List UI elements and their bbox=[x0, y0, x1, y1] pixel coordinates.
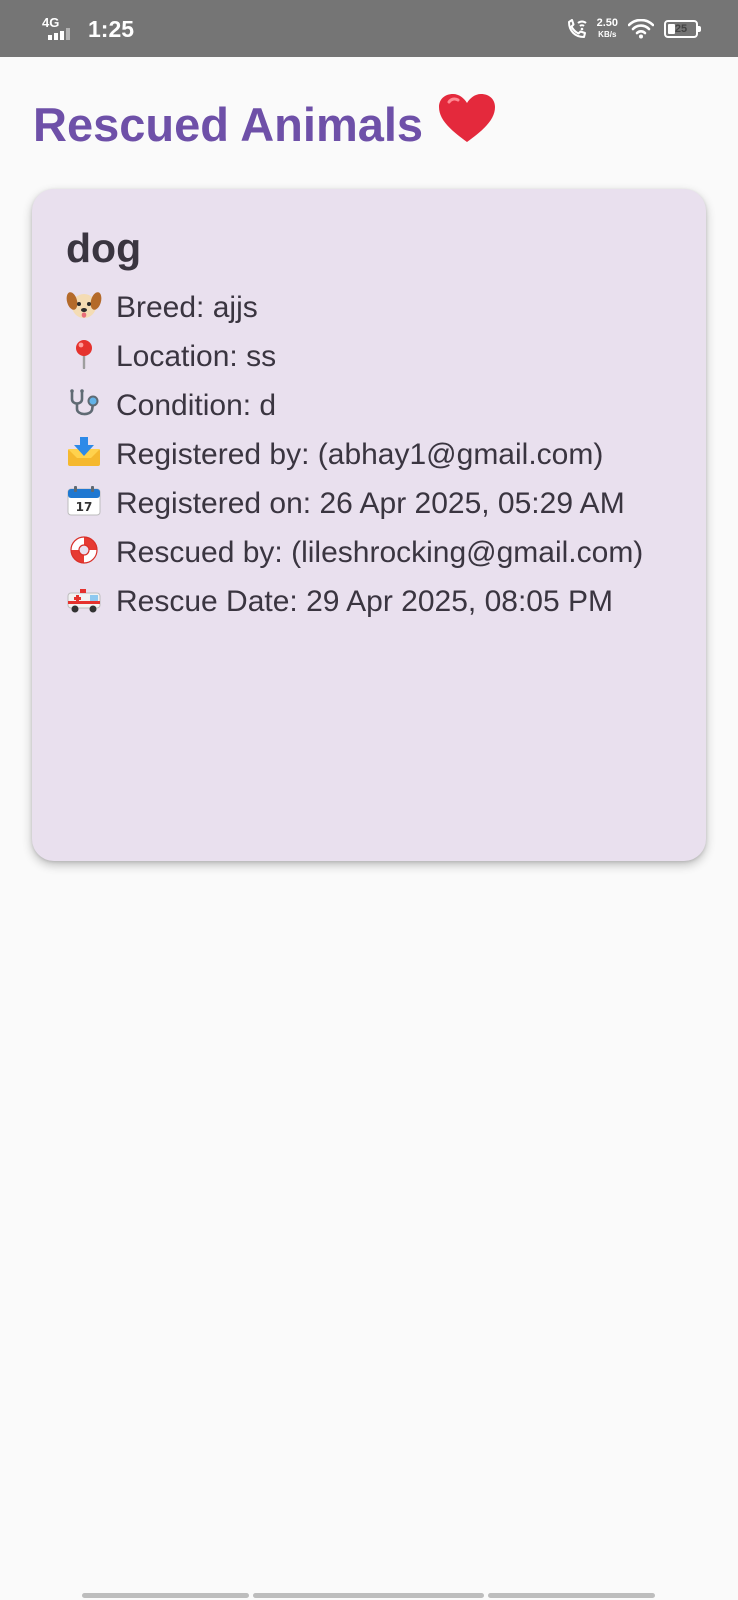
registered-on-row: 17 Registered on: 26 Apr 2025, 05:29 AM bbox=[66, 479, 673, 528]
battery-indicator: 25 bbox=[664, 20, 701, 38]
page-title-text: Rescued Animals bbox=[33, 98, 424, 151]
location-text: Location: ss bbox=[116, 340, 277, 373]
dog-face-icon bbox=[66, 290, 102, 320]
wifi-icon bbox=[628, 19, 654, 39]
rescue-date-row: Rescue Date: 29 Apr 2025, 08:05 PM bbox=[66, 577, 673, 626]
lifebuoy-icon bbox=[66, 535, 102, 565]
battery-percent: 25 bbox=[674, 23, 688, 35]
rescued-by-row: Rescued by: (lileshrocking@gmail.com) bbox=[66, 528, 673, 577]
status-left: 4G 1:25 bbox=[42, 14, 134, 44]
rescued-by-text: Rescued by: (lileshrocking@gmail.com) bbox=[116, 536, 644, 569]
network-speed: 2.50 KB/s bbox=[597, 18, 618, 40]
inbox-tray-icon bbox=[66, 437, 102, 467]
gesture-bar-center[interactable] bbox=[253, 1593, 484, 1598]
condition-text: Condition: d bbox=[116, 389, 277, 422]
registered-by-row: Registered by: (abhay1@gmail.com) bbox=[66, 430, 673, 479]
signal-icon bbox=[48, 28, 70, 40]
calendar-icon: 17 bbox=[66, 486, 102, 516]
gesture-bar-left[interactable] bbox=[82, 1593, 249, 1598]
registered-on-text: Registered on: 26 Apr 2025, 05:29 AM bbox=[116, 487, 625, 520]
animal-card[interactable]: dog Breed: ajjs Location: ss Condition: … bbox=[32, 189, 706, 861]
clock: 1:25 bbox=[88, 16, 135, 42]
status-right: 2.50 KB/s 25 bbox=[565, 14, 701, 44]
gesture-bar-right[interactable] bbox=[488, 1593, 655, 1598]
speed-value: 2.50 bbox=[596, 17, 618, 29]
network-indicator: 4G bbox=[42, 16, 76, 42]
breed-text: Breed: ajjs bbox=[116, 291, 258, 324]
status-bar: 4G 1:25 2.50 KB/s 25 bbox=[0, 0, 738, 57]
svg-text:17: 17 bbox=[76, 500, 93, 514]
animal-name: dog bbox=[66, 225, 142, 271]
breed-row: Breed: ajjs bbox=[66, 283, 673, 332]
wifi-calling-icon bbox=[567, 19, 587, 38]
condition-row: Condition: d bbox=[66, 381, 673, 430]
pin-icon bbox=[66, 339, 102, 369]
page-title: Rescued Animals bbox=[33, 92, 497, 158]
ambulance-icon bbox=[66, 584, 102, 614]
rescue-date-text: Rescue Date: 29 Apr 2025, 08:05 PM bbox=[116, 585, 613, 618]
speed-unit: KB/s bbox=[598, 30, 617, 39]
battery-cap bbox=[698, 26, 701, 32]
stethoscope-icon bbox=[66, 388, 102, 418]
location-row: Location: ss bbox=[66, 332, 673, 381]
registered-by-text: Registered by: (abhay1@gmail.com) bbox=[116, 438, 604, 471]
heart-icon bbox=[437, 92, 497, 158]
